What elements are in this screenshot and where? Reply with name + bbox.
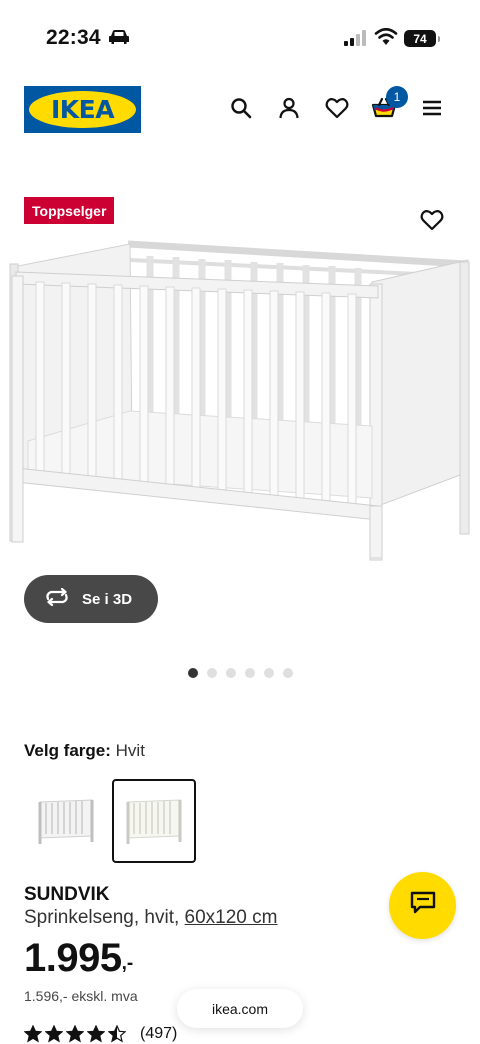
- top-seller-badge: Toppselger: [24, 197, 115, 224]
- colour-selector-label: Velg farge: Hvit: [24, 741, 145, 761]
- carousel-dot[interactable]: [206, 668, 217, 678]
- star-icon: [87, 1025, 105, 1043]
- product-description: Sprinkelseng, hvit, 60x120 cm: [24, 907, 277, 929]
- battery-indicator: 74: [404, 30, 440, 47]
- carousel-dot[interactable]: [244, 668, 255, 678]
- product-size-link[interactable]: 60x120 cm: [185, 907, 278, 928]
- colour-value: Hvit: [115, 741, 145, 760]
- search-icon: [230, 97, 252, 124]
- status-bar: 22:34 74: [0, 0, 480, 70]
- price-suffix: ,-: [121, 953, 134, 974]
- menu-icon: [421, 99, 443, 122]
- user-icon: [278, 97, 300, 124]
- colour-swatch-white-2[interactable]: [112, 779, 196, 863]
- price-amount: 1.995: [24, 936, 122, 980]
- product-name: SUNDVIK: [24, 884, 110, 905]
- colour-swatch-white-1[interactable]: [24, 779, 108, 863]
- car-icon: [108, 29, 130, 50]
- menu-button[interactable]: [414, 92, 450, 128]
- carousel-dot[interactable]: [225, 668, 236, 678]
- heart-icon: [325, 97, 349, 124]
- colour-label: Velg farge:: [24, 741, 111, 760]
- product-type: Sprinkelseng, hvit,: [24, 907, 180, 928]
- rating-stars: [24, 1025, 126, 1043]
- carousel-dot[interactable]: [282, 668, 293, 678]
- carousel-dots[interactable]: [0, 668, 480, 678]
- logo-oval: IKEA: [29, 91, 136, 128]
- star-icon: [66, 1025, 84, 1043]
- signal-icon: [343, 30, 367, 51]
- account-button[interactable]: [271, 92, 307, 128]
- ikea-logo[interactable]: IKEA: [24, 86, 141, 133]
- status-time: 22:34: [46, 26, 101, 49]
- wifi-icon: [374, 27, 398, 51]
- star-icon: [108, 1025, 126, 1043]
- carousel-dot[interactable]: [187, 668, 198, 678]
- review-count: (497): [140, 1025, 178, 1042]
- heart-icon: [420, 209, 444, 236]
- price-excl-vat: 1.596,- ekskl. mva: [24, 988, 138, 1004]
- add-to-favourites-button[interactable]: [414, 204, 450, 240]
- search-button[interactable]: [223, 92, 259, 128]
- product-rating[interactable]: (497): [24, 1025, 177, 1043]
- view-3d-label: Se i 3D: [82, 590, 133, 608]
- browser-url: ikea.com: [211, 1000, 269, 1017]
- star-icon: [24, 1025, 42, 1043]
- chat-icon: [410, 891, 436, 920]
- view-3d-button[interactable]: Se i 3D: [24, 575, 158, 623]
- rotate-3d-icon: [44, 587, 70, 610]
- logo-text: IKEA: [50, 95, 115, 124]
- product-price: 1.995 ,-: [24, 936, 133, 981]
- cart-count-badge: 1: [386, 86, 408, 108]
- carousel-dot[interactable]: [263, 668, 274, 678]
- favourites-button[interactable]: [319, 92, 355, 128]
- star-icon: [45, 1025, 63, 1043]
- browser-url-pill[interactable]: ikea.com: [177, 989, 303, 1028]
- chat-button[interactable]: [389, 872, 456, 939]
